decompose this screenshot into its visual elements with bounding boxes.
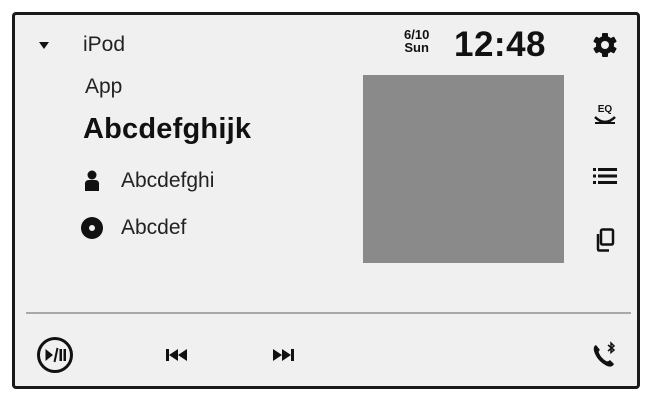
divider <box>26 312 631 314</box>
list-icon <box>593 167 617 190</box>
clock-time: 12:48 <box>454 25 547 64</box>
disc-icon <box>81 217 103 239</box>
settings-button[interactable] <box>590 32 620 62</box>
skip-next-icon <box>272 348 294 366</box>
artist-name: Abcdefghi <box>121 169 215 192</box>
eq-label: EQ <box>597 104 613 115</box>
play-pause-button[interactable] <box>35 336 75 379</box>
source-selector[interactable]: iPod <box>39 33 125 57</box>
eq-icon: EQ <box>593 105 617 125</box>
artist-row: Abcdefghi <box>81 169 214 193</box>
skip-previous-icon <box>166 348 188 366</box>
album-name: Abcdef <box>121 216 187 239</box>
day-text: Sun <box>404 40 429 55</box>
head-unit-screen: iPod App Abcdefghijk Abcdefghi Abcdef 6/… <box>12 12 640 389</box>
phone-button[interactable] <box>589 340 621 374</box>
eq-button[interactable]: EQ <box>590 100 620 130</box>
list-button[interactable] <box>590 163 620 193</box>
browse-button[interactable] <box>590 227 620 257</box>
album-row: Abcdef <box>81 216 186 240</box>
bluetooth-phone-icon <box>591 340 619 374</box>
next-button[interactable] <box>269 346 297 368</box>
album-art <box>363 75 564 263</box>
copy-icon <box>594 227 616 257</box>
date-display: 6/10 Sun <box>404 28 429 54</box>
triangle-down-icon[interactable] <box>39 41 49 49</box>
app-label: App <box>85 75 123 98</box>
person-icon <box>81 170 103 192</box>
song-title: Abcdefghijk <box>83 113 252 145</box>
source-label[interactable]: iPod <box>83 33 125 57</box>
previous-button[interactable] <box>163 346 191 368</box>
gear-icon <box>592 32 618 63</box>
play-pause-icon <box>36 336 74 379</box>
